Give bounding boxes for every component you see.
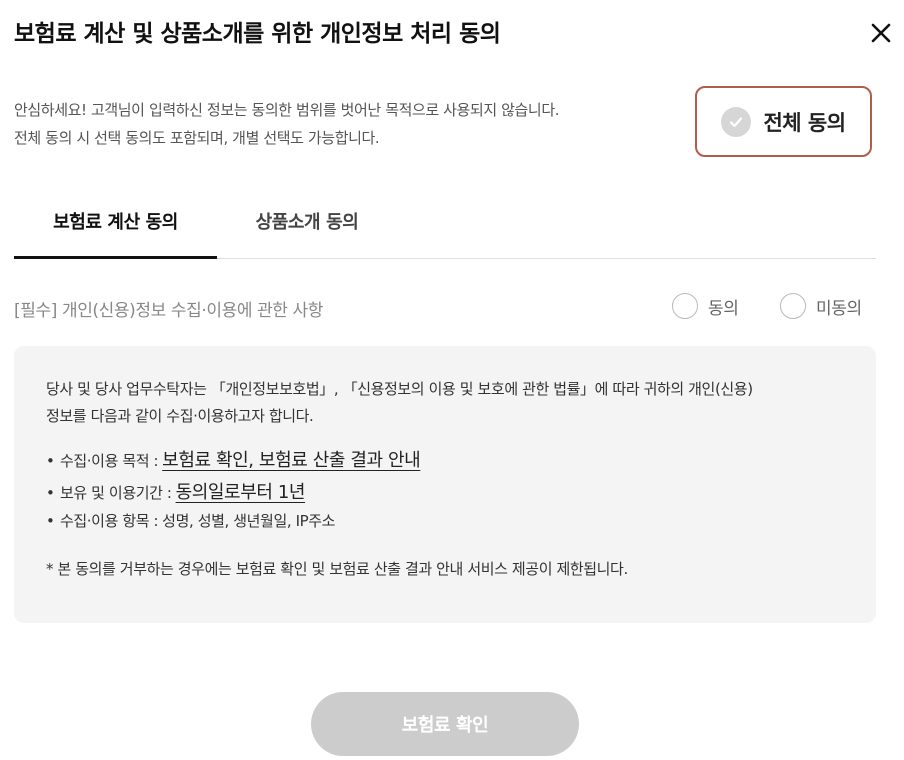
bullet-key: 보유 및 이용기간 : [60,484,172,502]
bullet-key: 수집·이용 목적 : [60,452,159,470]
agree-all-button[interactable]: 전체 동의 [695,86,872,157]
refusal-notice: * 본 동의를 거부하는 경우에는 보험료 확인 및 보험료 산출 결과 안내 … [46,560,628,578]
intro-line: 전체 동의 시 선택 동의도 포함되며, 개별 선택도 가능합니다. [14,129,380,147]
section-header: [필수] 개인(신용)정보 수집·이용에 관한 사항 동의 미동의 [14,292,876,326]
tab-product-introduction[interactable]: 상품소개 동의 [217,190,397,257]
radio-circle-icon [672,293,698,319]
close-icon [871,23,891,43]
bullet-value: 동의일로부터 1년 [175,482,306,503]
tab-premium-calculation[interactable]: 보험료 계산 동의 [14,190,217,259]
bullet-key: 수집·이용 항목 : [60,512,159,530]
paragraph-line: 정보를 다음과 같이 수집·이용하고자 합니다. [46,407,314,425]
agree-radio-label: 동의 [708,298,739,319]
disagree-radio[interactable]: 미동의 [780,293,862,319]
list-item: • 수집·이용 목적 : 보험료 확인, 보험료 산출 결과 안내 [46,446,844,478]
check-icon [721,106,752,137]
list-item: • 보유 및 이용기간 : 동의일로부터 1년 [46,478,844,510]
consent-paragraph: 당사 및 당사 업무수탁자는 「개인정보보호법」, 「신용정보의 이용 및 보호… [46,376,844,430]
bullet-value: 보험료 확인, 보험료 산출 결과 안내 [162,450,421,471]
radio-circle-icon [780,293,806,319]
consent-details-box: 당사 및 당사 업무수탁자는 「개인정보보호법」, 「신용정보의 이용 및 보호… [14,346,876,623]
section-title: [필수] 개인(신용)정보 수집·이용에 관한 사항 [14,301,324,321]
close-button[interactable] [866,18,896,48]
agree-radio[interactable]: 동의 [672,293,739,319]
intro-line: 안심하세요! 고객님이 입력하신 정보는 동의한 범위를 벗어난 목적으로 사용… [14,101,560,119]
list-item: • 수집·이용 항목 : 성명, 성별, 생년월일, IP주소 [46,512,336,530]
confirm-premium-button[interactable]: 보험료 확인 [311,692,579,756]
disagree-radio-label: 미동의 [816,298,862,319]
consent-bullet-list: • 수집·이용 목적 : 보험료 확인, 보험료 산출 결과 안내 • 보유 및… [46,446,844,542]
paragraph-line: 당사 및 당사 업무수탁자는 「개인정보보호법」, 「신용정보의 이용 및 보호… [46,380,753,398]
consent-tabs: 보험료 계산 동의 상품소개 동의 [14,190,876,259]
modal-title: 보험료 계산 및 상품소개를 위한 개인정보 처리 동의 [14,21,501,47]
consent-modal: 보험료 계산 및 상품소개를 위한 개인정보 처리 동의 안심하세요! 고객님이… [0,0,904,760]
bullet-value: 성명, 성별, 생년월일, IP주소 [162,512,336,530]
intro-text: 안심하세요! 고객님이 입력하신 정보는 동의한 범위를 벗어난 목적으로 사용… [14,96,684,152]
agree-all-label: 전체 동의 [763,110,846,135]
